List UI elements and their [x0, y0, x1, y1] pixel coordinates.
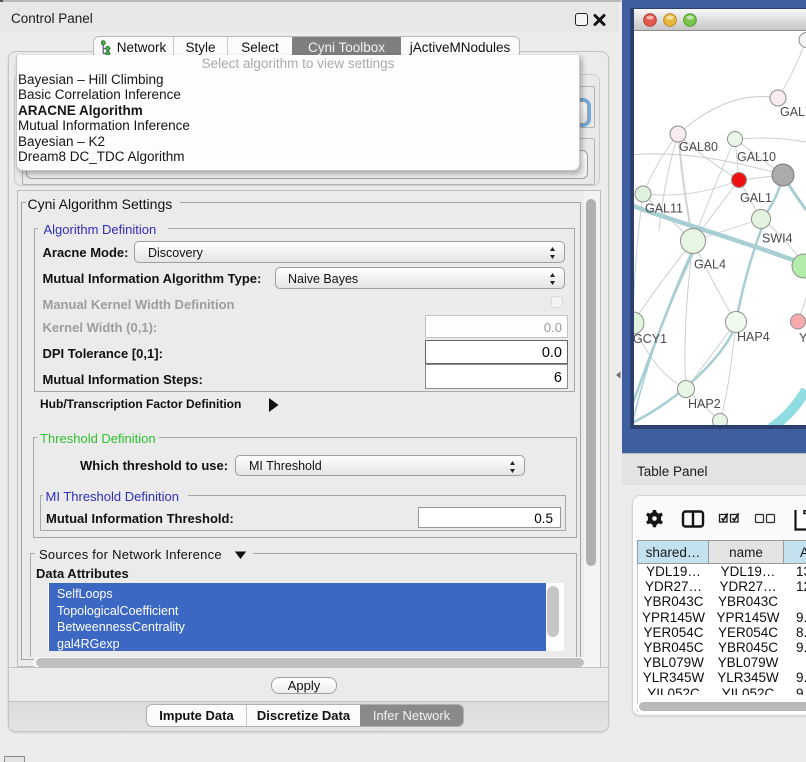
svg-text:Y: Y: [799, 331, 806, 345]
svg-text:HAP2: HAP2: [688, 397, 721, 411]
svg-text:GAL7: GAL7: [780, 105, 806, 119]
svg-text:HAP4: HAP4: [737, 330, 770, 344]
svg-text:GAL80: GAL80: [679, 140, 718, 154]
svg-text:GAL11: GAL11: [645, 202, 683, 216]
svg-text:SWI4: SWI4: [762, 232, 793, 246]
svg-text:GCY1: GCY1: [634, 332, 667, 346]
svg-text:GAL4: GAL4: [694, 258, 726, 272]
svg-text:GAL1: GAL1: [740, 191, 772, 205]
svg-text:GAL10: GAL10: [737, 150, 776, 164]
